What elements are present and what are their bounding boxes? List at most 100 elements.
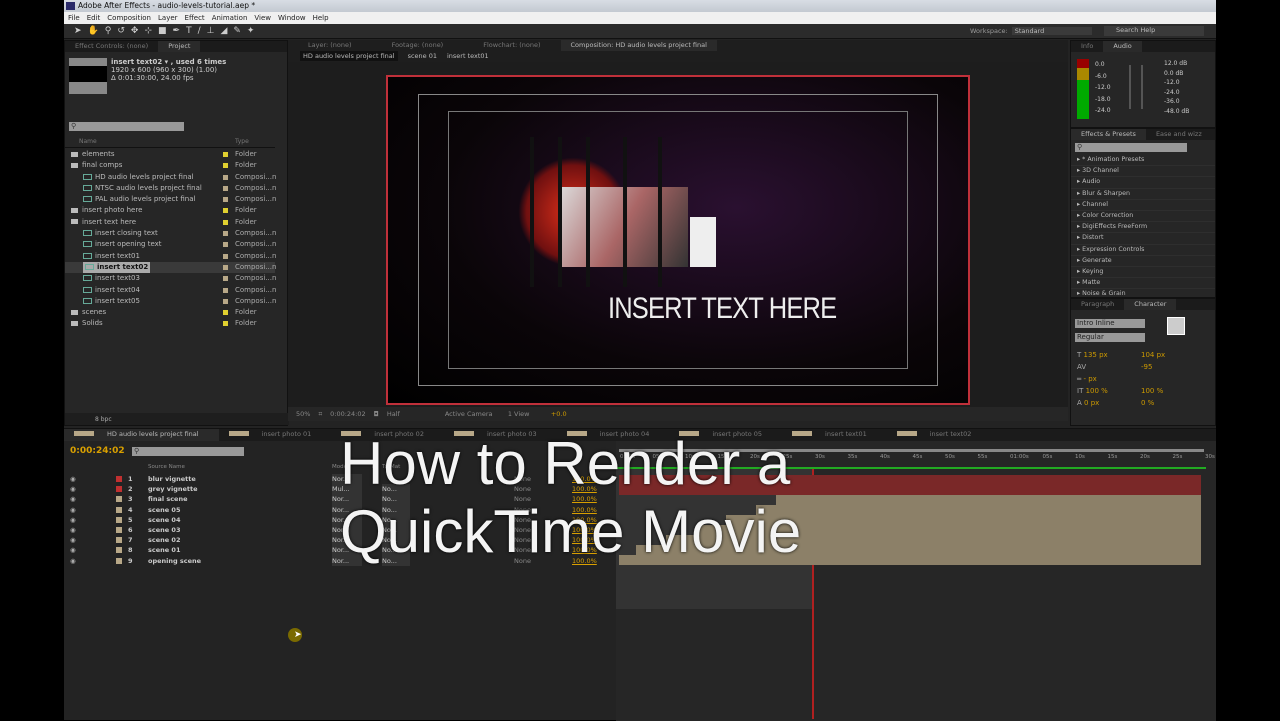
- stretch-value[interactable]: 100.0%: [572, 545, 597, 555]
- visibility-eye-icon[interactable]: ◉: [70, 535, 76, 545]
- tab-paragraph[interactable]: Paragraph: [1071, 299, 1124, 310]
- layer-row[interactable]: ◉ 6 scene 03 Nor... No... None 100.0%: [64, 524, 614, 536]
- view-layout-select[interactable]: 1 View: [508, 410, 543, 418]
- layer-label-color[interactable]: [116, 486, 122, 493]
- parent-select[interactable]: None: [514, 556, 564, 566]
- bpc-button[interactable]: 8 bpc: [95, 416, 112, 423]
- layer-name[interactable]: final scene: [148, 494, 188, 504]
- project-item[interactable]: insert text05 Composi...n: [65, 296, 276, 307]
- kerning-value[interactable]: -95: [1141, 363, 1152, 371]
- layer-bar-scene-03[interactable]: [696, 525, 1201, 535]
- layer-row[interactable]: ◉ 1 blur vignette Nor... None 100.0%: [64, 474, 614, 485]
- layer-label-color[interactable]: [116, 526, 122, 533]
- timeline-tab[interactable]: insert text01: [782, 429, 887, 441]
- menu-effect[interactable]: Effect: [185, 12, 205, 24]
- breadcrumb-item[interactable]: insert text01: [447, 51, 489, 61]
- layer-name[interactable]: scene 01: [148, 545, 180, 555]
- pan-behind-tool-icon[interactable]: ⊹: [144, 26, 152, 36]
- stroke-width-value[interactable]: - px: [1083, 375, 1096, 383]
- puppet-pin-tool-icon[interactable]: ✦: [247, 26, 255, 36]
- layer-bar-final-scene[interactable]: [776, 495, 1201, 505]
- stretch-value[interactable]: 100.0%: [572, 494, 597, 504]
- label-color-swatch[interactable]: [223, 310, 228, 316]
- blend-mode-select[interactable]: Nor...: [332, 555, 362, 566]
- project-item[interactable]: elements Folder: [65, 149, 275, 160]
- timeline-tab[interactable]: insert text02: [887, 429, 992, 441]
- camera-tool-icon[interactable]: ✥: [131, 26, 139, 36]
- visibility-eye-icon[interactable]: ◉: [70, 515, 76, 525]
- project-item[interactable]: insert text04 Composi...n: [65, 285, 276, 296]
- parent-select[interactable]: None: [514, 505, 564, 515]
- effects-category[interactable]: ▸ Channel: [1071, 200, 1215, 212]
- menu-layer[interactable]: Layer: [158, 12, 178, 24]
- composition-viewer[interactable]: INSERT TEXT HERE 50% ⌗ 0:00:24:02 ◘ Half…: [288, 62, 1068, 421]
- label-color-swatch[interactable]: [223, 253, 228, 259]
- layer-name[interactable]: scene 03: [148, 525, 180, 535]
- rectangle-tool-icon[interactable]: ■: [158, 26, 167, 36]
- horizontal-scale-value[interactable]: 100 %: [1141, 387, 1163, 395]
- workspace-select[interactable]: Standard: [1011, 27, 1092, 35]
- zoom-select[interactable]: 50%: [296, 410, 310, 418]
- visibility-eye-icon[interactable]: ◉: [70, 484, 76, 494]
- layer-row[interactable]: ◉ 5 scene 04 Nor... No... None 100.0%: [64, 514, 614, 525]
- layer-name[interactable]: scene 04: [148, 515, 180, 525]
- menu-help[interactable]: Help: [313, 12, 329, 24]
- timeline-search-input[interactable]: ⚲: [132, 447, 244, 456]
- project-item[interactable]: scenes Folder: [65, 307, 275, 318]
- selection-tool-icon[interactable]: ➤: [74, 26, 82, 36]
- col-trkmat[interactable]: TrkMat: [382, 464, 400, 470]
- timeline-timecode[interactable]: 0:00:24:02: [70, 446, 125, 456]
- hand-tool-icon[interactable]: ✋: [88, 26, 99, 36]
- track-matte-select[interactable]: No...: [382, 524, 410, 536]
- parent-select[interactable]: None: [514, 535, 564, 545]
- layer-name[interactable]: scene 05: [148, 505, 180, 515]
- roto-brush-tool-icon[interactable]: ✎: [233, 26, 241, 36]
- menu-window[interactable]: Window: [278, 12, 306, 24]
- tab-footage[interactable]: Footage: (none): [372, 40, 464, 51]
- label-color-swatch[interactable]: [223, 298, 228, 304]
- blend-mode-select[interactable]: Nor...: [332, 545, 362, 556]
- stretch-value[interactable]: 100.0%: [572, 474, 597, 484]
- parent-select[interactable]: None: [514, 484, 564, 494]
- track-matte-select[interactable]: No...: [382, 484, 410, 495]
- work-area-bar[interactable]: [619, 449, 1204, 452]
- breadcrumb-item[interactable]: HD audio levels project final: [300, 51, 398, 61]
- effects-category[interactable]: ▸ DigiEffects FreeForm: [1071, 222, 1215, 234]
- effects-category[interactable]: ▸ Matte: [1071, 278, 1215, 290]
- project-search-input[interactable]: ⚲: [69, 122, 184, 131]
- layer-bar-scene-02[interactable]: [666, 535, 1201, 545]
- audio-slider-left[interactable]: [1129, 65, 1131, 109]
- exposure-value[interactable]: +0.0: [551, 410, 567, 418]
- label-color-swatch[interactable]: [223, 163, 228, 169]
- track-matte-select[interactable]: No...: [382, 555, 410, 566]
- layer-label-color[interactable]: [116, 557, 122, 564]
- col-source-name[interactable]: Source Name: [148, 464, 185, 470]
- visibility-eye-icon[interactable]: ◉: [70, 505, 76, 515]
- vertical-scale-value[interactable]: 100 %: [1086, 387, 1108, 395]
- label-color-swatch[interactable]: [223, 174, 228, 180]
- tab-effect-controls[interactable]: Effect Controls: (none): [65, 41, 158, 52]
- track-matte-select[interactable]: No...: [382, 535, 410, 546]
- project-item[interactable]: NTSC audio levels project final Composi..…: [65, 183, 276, 194]
- parent-select[interactable]: None: [514, 474, 564, 484]
- track-matte-select[interactable]: No...: [382, 504, 410, 515]
- menu-view[interactable]: View: [254, 12, 271, 24]
- project-item[interactable]: insert text01 Composi...n: [65, 251, 276, 262]
- tab-ease-and-wizz[interactable]: Ease and wizz: [1146, 129, 1212, 140]
- tab-flowchart[interactable]: Flowchart: (none): [463, 40, 560, 51]
- layer-row[interactable]: ◉ 4 scene 05 Nor... No... None 100.0%: [64, 504, 614, 515]
- fill-color-swatch[interactable]: [1167, 317, 1185, 335]
- blend-mode-select[interactable]: Nor...: [332, 474, 362, 485]
- effects-category[interactable]: ▸ Audio: [1071, 177, 1215, 189]
- tab-audio[interactable]: Audio: [1103, 41, 1142, 52]
- layer-row[interactable]: ◉ 7 scene 02 Nor... No... None 100.0%: [64, 535, 614, 546]
- timeline-tab[interactable]: insert photo 05: [669, 429, 782, 441]
- resolution-select[interactable]: Half: [387, 410, 437, 418]
- effects-category[interactable]: ▸ Keying: [1071, 267, 1215, 279]
- timeline-tab[interactable]: insert photo 02: [331, 429, 444, 441]
- stretch-value[interactable]: 100.0%: [572, 505, 597, 515]
- layer-name[interactable]: scene 02: [148, 535, 180, 545]
- stretch-value[interactable]: 100.0%: [572, 556, 597, 566]
- visibility-eye-icon[interactable]: ◉: [70, 545, 76, 555]
- font-family-select[interactable]: Intro Inline: [1075, 319, 1145, 328]
